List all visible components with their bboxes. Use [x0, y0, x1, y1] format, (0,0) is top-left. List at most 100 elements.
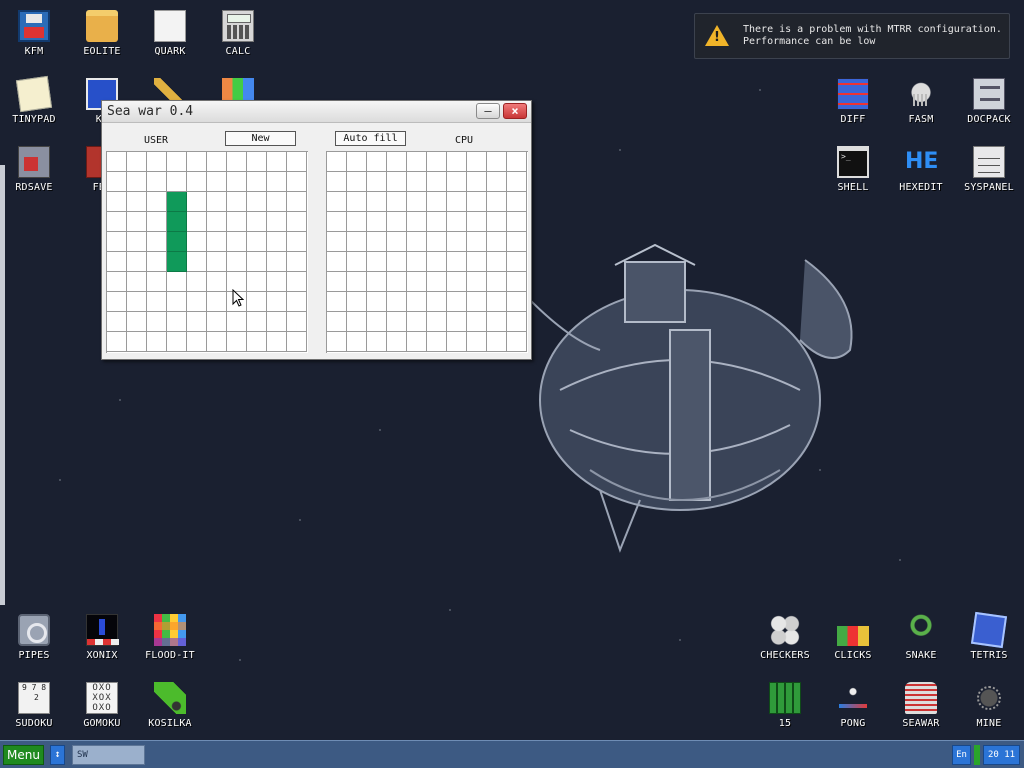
- board-cell[interactable]: [487, 252, 507, 272]
- board-cell[interactable]: [467, 252, 487, 272]
- board-cell[interactable]: [507, 232, 527, 252]
- side-panel-edge[interactable]: [0, 165, 5, 605]
- board-cell[interactable]: [127, 272, 147, 292]
- board-cell[interactable]: [187, 152, 207, 172]
- board-cell[interactable]: [447, 192, 467, 212]
- auto-fill-button[interactable]: Auto fill: [335, 131, 406, 146]
- board-cell[interactable]: [167, 172, 187, 192]
- board-cell[interactable]: [267, 312, 287, 332]
- board-cell[interactable]: [467, 232, 487, 252]
- board-cell[interactable]: [187, 232, 207, 252]
- desktop-icon-tetris[interactable]: TETRIS: [955, 604, 1023, 668]
- desktop-icon-pong[interactable]: PONG: [819, 672, 887, 736]
- board-cell[interactable]: [227, 152, 247, 172]
- mtrr-notification[interactable]: There is a problem with MTRR configurati…: [694, 13, 1010, 59]
- desktop-icon-clicks[interactable]: CLICKS: [819, 604, 887, 668]
- board-cell[interactable]: [347, 332, 367, 352]
- board-cell[interactable]: [107, 312, 127, 332]
- board-cell[interactable]: [487, 212, 507, 232]
- board-cell[interactable]: [387, 172, 407, 192]
- close-button[interactable]: ×: [503, 103, 527, 119]
- board-cell[interactable]: [427, 192, 447, 212]
- board-cell[interactable]: [107, 332, 127, 352]
- board-cell[interactable]: [467, 312, 487, 332]
- desktop-icon-shell[interactable]: >_ SHELL: [819, 136, 887, 200]
- board-cell[interactable]: [507, 292, 527, 312]
- board-cell[interactable]: [467, 152, 487, 172]
- board-cell[interactable]: [127, 152, 147, 172]
- board-cell[interactable]: [287, 312, 307, 332]
- board-cell[interactable]: [187, 272, 207, 292]
- board-cell[interactable]: [247, 272, 267, 292]
- board-cell[interactable]: [167, 312, 187, 332]
- board-cell[interactable]: [507, 172, 527, 192]
- board-cell[interactable]: [247, 152, 267, 172]
- board-cell[interactable]: [447, 232, 467, 252]
- board-cell[interactable]: [247, 332, 267, 352]
- board-cell[interactable]: [247, 252, 267, 272]
- board-cell[interactable]: [407, 252, 427, 272]
- board-cell[interactable]: [147, 212, 167, 232]
- board-cell[interactable]: [207, 292, 227, 312]
- board-cell[interactable]: [427, 292, 447, 312]
- desktop-icon-mine[interactable]: MINE: [955, 672, 1023, 736]
- board-cell[interactable]: [327, 192, 347, 212]
- board-cell[interactable]: [447, 312, 467, 332]
- board-cell[interactable]: [207, 192, 227, 212]
- board-cell[interactable]: [327, 312, 347, 332]
- board-cell[interactable]: [167, 272, 187, 292]
- board-cell[interactable]: [107, 212, 127, 232]
- board-cell[interactable]: [327, 172, 347, 192]
- board-cell[interactable]: [107, 292, 127, 312]
- clock[interactable]: 20 11: [983, 745, 1020, 765]
- board-cell[interactable]: [347, 152, 367, 172]
- board-cell[interactable]: [147, 312, 167, 332]
- desktop-icon-kfm[interactable]: KFM: [0, 0, 68, 64]
- board-cell[interactable]: [187, 332, 207, 352]
- board-cell[interactable]: [427, 232, 447, 252]
- board-cell[interactable]: [387, 272, 407, 292]
- board-cell[interactable]: [487, 292, 507, 312]
- board-cell[interactable]: [367, 152, 387, 172]
- board-cell[interactable]: [127, 232, 147, 252]
- board-cell[interactable]: [447, 292, 467, 312]
- board-cell[interactable]: [387, 332, 407, 352]
- desktop-icon-diff[interactable]: DIFF: [819, 68, 887, 132]
- board-cell[interactable]: [227, 172, 247, 192]
- board-cell[interactable]: [507, 332, 527, 352]
- board-cell[interactable]: [447, 212, 467, 232]
- board-cell[interactable]: [267, 152, 287, 172]
- board-cell[interactable]: [487, 332, 507, 352]
- board-cell[interactable]: [507, 252, 527, 272]
- board-cell[interactable]: [167, 152, 187, 172]
- board-cell[interactable]: [507, 212, 527, 232]
- board-cell[interactable]: [427, 212, 447, 232]
- board-cell[interactable]: [487, 232, 507, 252]
- board-cell[interactable]: [127, 212, 147, 232]
- board-cell[interactable]: [347, 312, 367, 332]
- desktop-icon-syspanel[interactable]: SYSPANEL: [955, 136, 1023, 200]
- desktop-icon-snake[interactable]: SNAKE: [887, 604, 955, 668]
- board-cell[interactable]: [367, 172, 387, 192]
- board-cell[interactable]: [387, 312, 407, 332]
- board-cell[interactable]: [367, 252, 387, 272]
- board-cell[interactable]: [387, 292, 407, 312]
- board-cell[interactable]: [107, 192, 127, 212]
- taskbar-window-button[interactable]: SW: [72, 745, 145, 765]
- board-cell[interactable]: [347, 272, 367, 292]
- board-cell[interactable]: [267, 292, 287, 312]
- board-cell[interactable]: [207, 152, 227, 172]
- board-cell[interactable]: [347, 232, 367, 252]
- board-cell[interactable]: [187, 312, 207, 332]
- board-cell[interactable]: [267, 272, 287, 292]
- board-cell[interactable]: [187, 192, 207, 212]
- board-cell[interactable]: [107, 172, 127, 192]
- cpu-board[interactable]: [326, 151, 528, 353]
- board-cell[interactable]: [187, 172, 207, 192]
- board-cell[interactable]: [267, 192, 287, 212]
- board-cell[interactable]: [447, 272, 467, 292]
- board-cell[interactable]: [487, 172, 507, 192]
- desktop-icon-eolite[interactable]: EOLITE: [68, 0, 136, 64]
- minimize-button[interactable]: –: [476, 103, 500, 119]
- board-cell[interactable]: [127, 292, 147, 312]
